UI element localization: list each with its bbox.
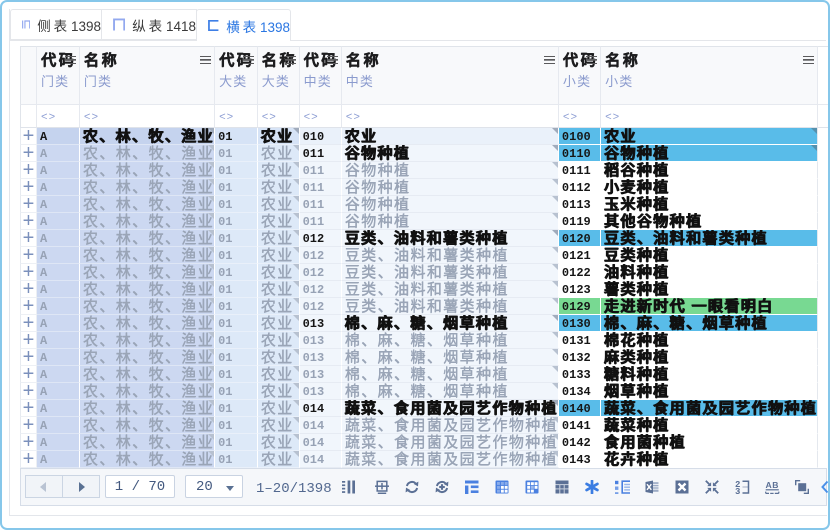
- svg-text:AB: AB: [766, 480, 779, 490]
- svg-text:3: 3: [735, 487, 740, 494]
